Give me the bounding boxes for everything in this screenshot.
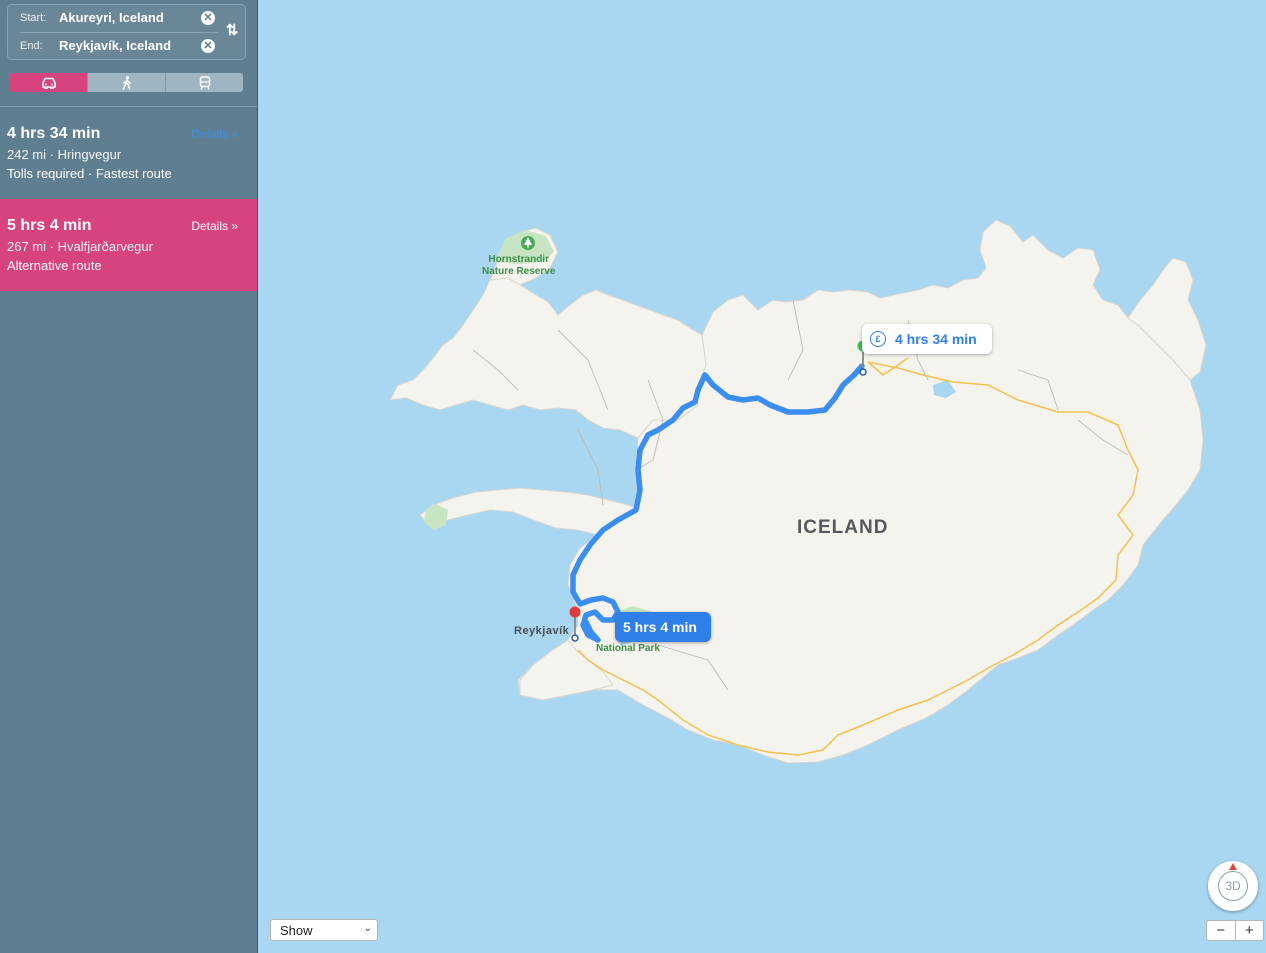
divider <box>20 32 218 33</box>
route-time: 5 hrs 4 min <box>7 217 92 234</box>
start-value[interactable]: Akureyri, Iceland <box>59 10 164 25</box>
walking-icon <box>122 75 131 90</box>
swap-icon[interactable]: ⇅ <box>224 22 240 40</box>
details-link[interactable]: Details » <box>191 127 238 141</box>
clear-start-icon[interactable]: ✕ <box>201 11 215 25</box>
mode-driving-button[interactable] <box>10 73 88 92</box>
westfjords-landmass <box>389 271 707 439</box>
zoom-control: − + <box>1206 920 1264 941</box>
directions-fields: Start: Akureyri, Iceland ✕ End: Reykjaví… <box>7 4 246 60</box>
start-field[interactable]: Start: Akureyri, Iceland ✕ <box>20 8 215 30</box>
start-label: Start: <box>20 12 47 24</box>
zoom-in-button[interactable]: + <box>1236 921 1264 940</box>
route-option-alternative[interactable]: 5 hrs 4 min Details » 267 mi · Hvalfjarð… <box>0 199 257 291</box>
show-select[interactable]: Show ⌄ <box>270 919 378 941</box>
transit-icon <box>199 75 210 90</box>
route-distance: 242 mi · Hringvegur <box>7 147 122 162</box>
poi-hornstrandir-label: Hornstrandir Nature Reserve <box>482 254 556 277</box>
transport-mode-selector <box>10 73 243 92</box>
route-time: 4 hrs 34 min <box>7 125 101 142</box>
route-note: Tolls required · Fastest route <box>7 166 172 181</box>
mode-walking-button[interactable] <box>88 73 166 92</box>
end-label: End: <box>20 40 43 52</box>
tree-icon <box>521 236 535 250</box>
clear-end-icon[interactable]: ✕ <box>201 39 215 53</box>
car-icon <box>41 77 56 89</box>
toll-icon: £ <box>870 331 886 347</box>
chevron-updown-icon: ⌄ <box>363 923 372 934</box>
city-label[interactable]: Reykjavík <box>514 625 569 637</box>
route-note: Alternative route <box>7 258 102 273</box>
route-callout-fast[interactable]: £ 4 hrs 34 min <box>862 324 992 354</box>
show-select-value: Show <box>280 923 313 938</box>
callout-time: 5 hrs 4 min <box>623 619 697 635</box>
mode-transit-button[interactable] <box>166 73 243 92</box>
compass-3d-label: 3D <box>1225 879 1241 893</box>
country-label: ICELAND <box>797 517 889 538</box>
map-canvas[interactable] <box>258 0 1266 953</box>
poi-park-label: National Park <box>596 643 660 654</box>
end-value[interactable]: Reykjavík, Iceland <box>59 38 171 53</box>
route-option-fastest[interactable]: 4 hrs 34 min Details » 242 mi · Hringveg… <box>0 107 257 199</box>
north-indicator-icon <box>1229 863 1237 870</box>
map-view[interactable]: Hornstrandir Nature Reserve ICELAND Reyk… <box>258 0 1266 953</box>
route-distance: 267 mi · Hvalfjarðarvegur <box>7 239 153 254</box>
callout-time: 4 hrs 34 min <box>895 331 977 347</box>
route-callout-alternative[interactable]: 5 hrs 4 min <box>615 612 711 642</box>
sidebar: Start: Akureyri, Iceland ✕ End: Reykjaví… <box>0 0 258 953</box>
end-field[interactable]: End: Reykjavík, Iceland ✕ <box>20 36 215 58</box>
compass-button[interactable]: 3D <box>1208 861 1258 911</box>
zoom-out-button[interactable]: − <box>1207 921 1236 940</box>
details-link[interactable]: Details » <box>191 219 238 233</box>
